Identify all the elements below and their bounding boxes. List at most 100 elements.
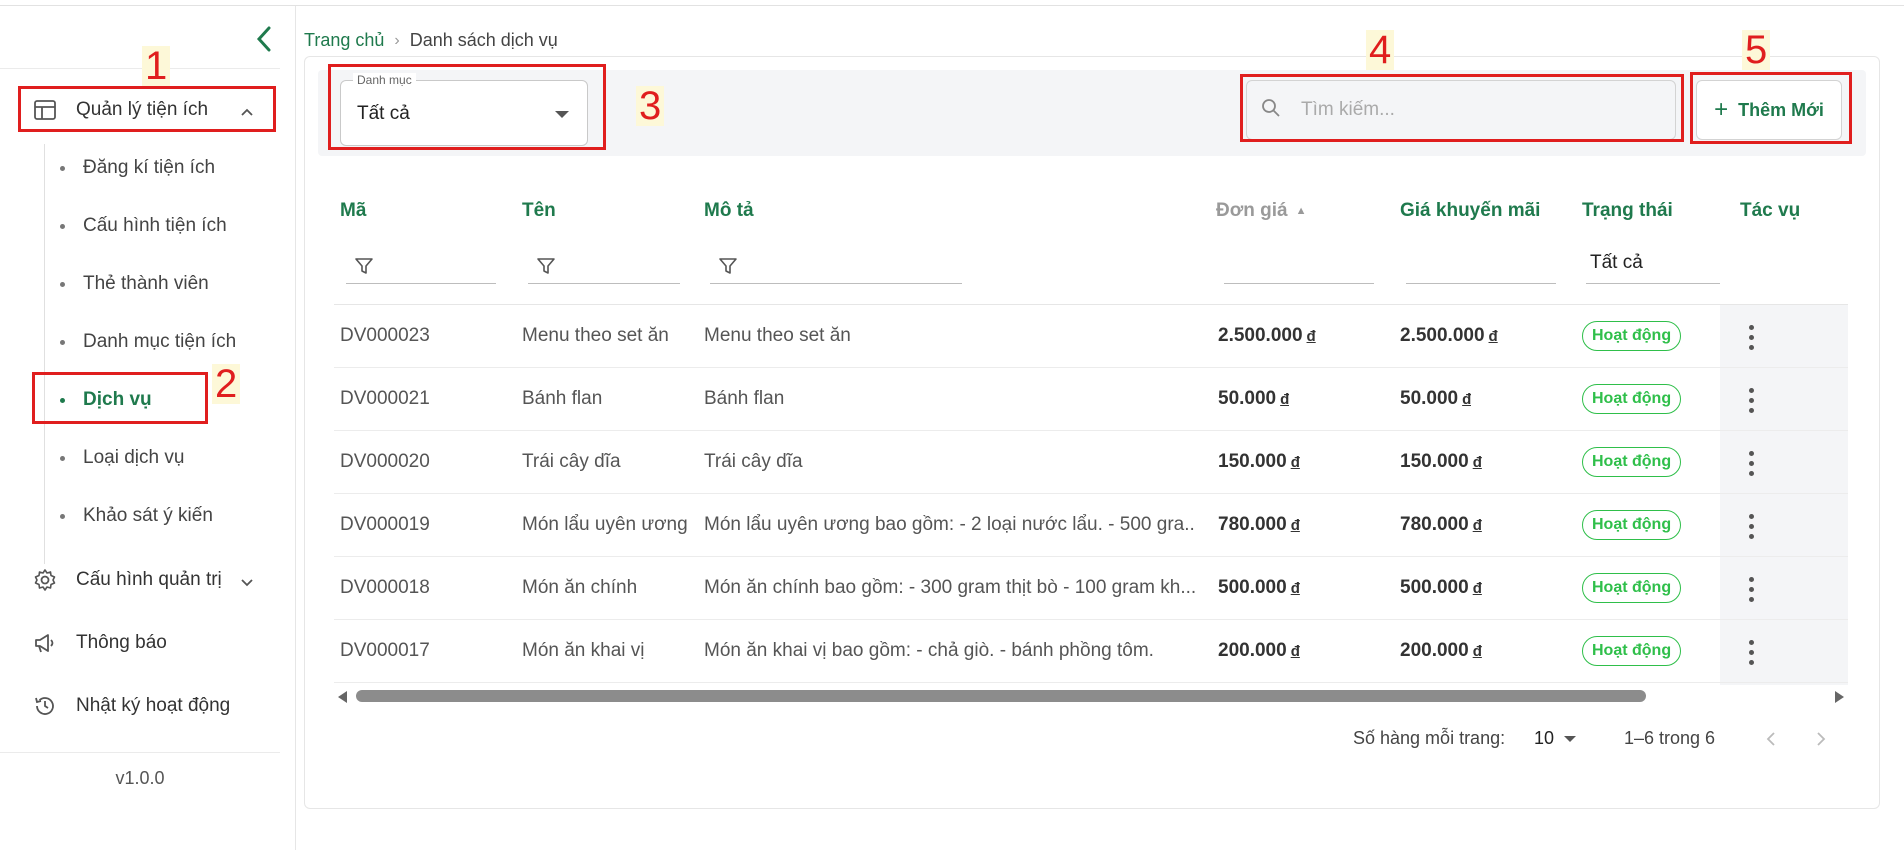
sidebar: Quản lý tiện ích Đăng kí tiện ích Cấu hì… (0, 6, 296, 850)
status-filter-select[interactable]: Tất cả (1586, 248, 1720, 284)
promo-price-value: 2.500.000 (1400, 325, 1485, 346)
category-select-legend: Danh mục (353, 73, 416, 87)
currency-symbol: đ (1290, 454, 1300, 471)
currency-symbol: đ (1462, 391, 1472, 408)
sidebar-item-dang-ki-tien-ich[interactable]: Đăng kí tiện ích (60, 148, 260, 188)
promo-price-value: 50.000 (1400, 388, 1459, 409)
cell-price: 150.000 đ (1218, 451, 1300, 473)
bullet-icon (60, 455, 65, 461)
bullet-icon (60, 223, 65, 229)
column-header-mo-ta[interactable]: Mô tả (704, 200, 754, 222)
cell-code: DV000023 (340, 325, 430, 346)
rows-per-page-value: 10 (1534, 728, 1555, 748)
sidebar-item-loai-dich-vu[interactable]: Loại dịch vụ (60, 438, 260, 478)
kebab-dot-icon (1748, 576, 1754, 582)
scroll-right-icon[interactable] (1835, 691, 1844, 703)
column-header-trang-thai[interactable]: Trạng thái (1582, 200, 1673, 222)
annotation-number-5: 5 (1742, 30, 1771, 70)
sidebar-group-quan-ly-tien-ich[interactable]: Quản lý tiện ích (18, 86, 274, 134)
sidebar-group-thong-bao[interactable]: Thông báo (18, 619, 274, 667)
bullet-icon (60, 397, 65, 403)
cell-description: Bánh flan (704, 388, 785, 409)
scrollbar-thumb[interactable] (356, 690, 1646, 702)
history-icon (32, 693, 58, 719)
filter-gia-khuyen-mai[interactable] (1406, 248, 1556, 284)
cell-description: Món lẩu uyên ương bao gồm: - 2 loại nước… (704, 514, 1196, 535)
promo-price-value: 200.000 (1400, 640, 1469, 661)
sidebar-item-danh-muc-tien-ich[interactable]: Danh mục tiện ích (60, 322, 260, 362)
kebab-dot-icon (1748, 649, 1754, 655)
bullet-icon (60, 339, 65, 345)
filter-ten[interactable] (528, 248, 680, 284)
previous-page-button[interactable] (1756, 724, 1786, 754)
annotation-number-1: 1 (142, 46, 171, 86)
table-row: DV000020 Trái cây dĩa Trái cây dĩa 150.0… (334, 431, 1848, 494)
app-version: v1.0.0 (115, 768, 165, 788)
horizontal-scrollbar[interactable] (334, 688, 1848, 704)
kebab-dot-icon (1748, 533, 1754, 539)
column-header-tac-vu: Tác vụ (1740, 200, 1801, 221)
row-actions-button[interactable] (1736, 447, 1766, 479)
column-header-ten[interactable]: Tên (522, 200, 556, 222)
sidebar-divider (0, 68, 280, 69)
cell-promo-price: 150.000 đ (1400, 451, 1482, 473)
cell-promo-price: 500.000 đ (1400, 577, 1482, 599)
filter-ma[interactable] (346, 248, 496, 284)
sort-up-icon: ▲ (1295, 204, 1307, 217)
filter-mo-ta[interactable] (710, 248, 962, 284)
category-select[interactable]: Danh mục Tất cả (340, 73, 588, 146)
sidebar-item-label: Thẻ thành viên (83, 273, 209, 294)
add-new-button[interactable]: + Thêm Mới (1696, 80, 1842, 140)
next-page-button[interactable] (1806, 724, 1836, 754)
sidebar-item-khao-sat-y-kien[interactable]: Khảo sát ý kiến (60, 496, 260, 536)
rows-per-page-select[interactable]: 10 (1534, 728, 1577, 749)
currency-symbol: đ (1472, 454, 1482, 471)
cell-description: Menu theo set ăn (704, 325, 851, 346)
layout-table-icon (32, 97, 58, 123)
sidebar-group-nhat-ky-hoat-dong[interactable]: Nhật ký hoạt động (18, 682, 274, 730)
row-actions-button[interactable] (1736, 510, 1766, 542)
currency-symbol: đ (1306, 328, 1316, 345)
kebab-dot-icon (1748, 460, 1754, 466)
kebab-dot-icon (1748, 659, 1754, 665)
sidebar-item-the-thanh-vien[interactable]: Thẻ thành viên (60, 264, 260, 304)
breadcrumb-separator: › (394, 31, 400, 49)
filter-don-gia[interactable] (1224, 248, 1374, 284)
kebab-dot-icon (1748, 387, 1754, 393)
table-row: DV000021 Bánh flan Bánh flan 50.000 đ 50.… (334, 368, 1848, 431)
sidebar-item-cau-hinh-tien-ich[interactable]: Cấu hình tiện ích (60, 206, 260, 246)
breadcrumb-home-link[interactable]: Trang chủ (304, 30, 384, 51)
column-header-don-gia[interactable]: Đơn giá ▲ (1216, 200, 1306, 222)
bullet-icon (60, 281, 65, 287)
column-header-gia-khuyen-mai[interactable]: Giá khuyến mãi (1400, 200, 1540, 222)
currency-symbol: đ (1472, 580, 1482, 597)
annotation-number-3: 3 (636, 86, 665, 126)
sidebar-item-label: Khảo sát ý kiến (83, 505, 213, 526)
row-actions-button[interactable] (1736, 321, 1766, 353)
bullet-icon (60, 513, 65, 519)
scroll-left-icon[interactable] (338, 691, 347, 703)
caret-down-icon (1564, 735, 1577, 742)
row-actions-button[interactable] (1736, 384, 1766, 416)
kebab-dot-icon (1748, 639, 1754, 645)
cell-description: Món ăn chính bao gồm: - 300 gram thịt bò… (704, 577, 1196, 598)
row-actions-button[interactable] (1736, 573, 1766, 605)
kebab-dot-icon (1748, 513, 1754, 519)
kebab-dot-icon (1748, 586, 1754, 592)
search-input[interactable] (1301, 99, 1661, 121)
collapse-sidebar-button[interactable] (250, 24, 278, 54)
sidebar-item-label: Đăng kí tiện ích (83, 157, 216, 178)
table-row: DV000017 Món ăn khai vị Món ăn khai vị b… (334, 620, 1848, 683)
column-header-ma[interactable]: Mã (340, 200, 366, 222)
cell-promo-price: 780.000 đ (1400, 514, 1482, 536)
promo-price-value: 500.000 (1400, 577, 1469, 598)
kebab-dot-icon (1748, 470, 1754, 476)
cell-code: DV000018 (340, 577, 430, 598)
sidebar-group-cau-hinh-quan-tri[interactable]: Cấu hình quản trị (18, 556, 274, 604)
row-actions-button[interactable] (1736, 636, 1766, 668)
status-badge: Hoạt động (1582, 573, 1682, 603)
annotation-number-4: 4 (1366, 30, 1395, 70)
sidebar-item-label: Danh mục tiện ích (83, 331, 237, 352)
search-box[interactable] (1246, 80, 1676, 140)
sidebar-group-label: Thông báo (76, 632, 167, 653)
